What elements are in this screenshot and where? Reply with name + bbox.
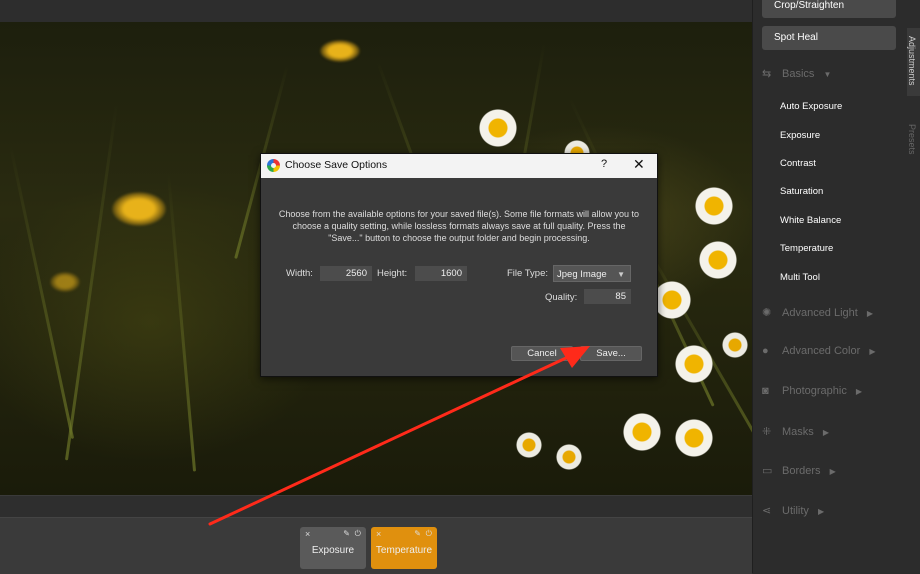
section-basics[interactable]: ⇆ Basics ▼ [762,67,831,80]
daisy-flower [478,108,518,148]
chevron-right-icon: ▶ [869,347,876,356]
daisy-flower [622,412,662,452]
tab-adjustments-label[interactable]: Adjustments [907,36,917,86]
filmstrip-divider [0,495,752,518]
spot-heal-button[interactable]: Spot Heal [762,26,896,50]
chevron-right-icon: ▶ [855,387,863,396]
file-type-value: Jpeg Image [557,269,607,280]
section-label: Photographic [782,385,847,397]
chevron-right-icon: ▶ [829,467,836,476]
section-label: Advanced Light [782,307,858,319]
daisy-flower [694,186,734,226]
camera-icon: ◙ [762,385,769,397]
section-advanced-color[interactable]: ● Advanced Color ▶ [762,345,876,357]
chip-power-icon[interactable]: ⏻ [426,529,432,539]
save-button[interactable]: Save... [580,346,642,361]
section-advanced-light[interactable]: ✺ Advanced Light ▶ [762,306,873,319]
quality-label: Quality: [545,292,578,303]
chip-power-icon[interactable]: ⏻ [355,529,361,539]
top-bar [0,0,752,22]
file-type-select[interactable]: Jpeg Image ▼ [553,265,631,282]
chip-pin-icon[interactable]: ✎ [414,529,421,538]
grass-decoration [8,144,75,440]
help-button[interactable]: ? [601,158,607,170]
basics-item-contrast[interactable]: Contrast [780,158,816,169]
basics-item-saturation[interactable]: Saturation [780,186,823,197]
basics-item-temperature[interactable]: Temperature [780,243,833,254]
chevron-right-icon: ▶ [866,309,874,318]
chip-exposure[interactable]: × ✎ ⏻ Exposure [300,527,366,569]
daisy-flower [698,240,738,280]
section-label: Basics [782,68,815,80]
section-masks[interactable]: ⁜ Masks ▶ [762,425,829,438]
file-type-label: File Type: [507,268,549,279]
section-borders[interactable]: ▭ Borders ▶ [762,464,836,477]
chevron-down-icon: ▼ [823,70,832,79]
chevron-right-icon: ▶ [822,428,829,437]
section-label: Advanced Color [782,345,861,357]
width-label: Width: [286,268,313,279]
daisy-flower [674,418,714,458]
chip-close-icon[interactable]: × [305,529,310,539]
yellow-flower [50,272,80,292]
daisy-flower [556,444,582,470]
app-logo-icon [267,159,280,172]
daisy-flower [652,280,692,320]
border-icon: ▭ [762,465,773,477]
chip-label: Temperature [375,545,433,556]
basics-item-white-balance[interactable]: White Balance [780,215,841,226]
crop-straighten-button[interactable]: Crop/Straighten [762,0,896,18]
grass-decoration [166,172,197,472]
dialog-titlebar[interactable]: Choose Save Options ? ✕ [261,154,657,178]
palette-icon: ● [762,345,769,357]
basics-item-multi-tool[interactable]: Multi Tool [780,272,820,283]
chip-close-icon[interactable]: × [376,529,381,539]
basics-item-exposure[interactable]: Exposure [780,130,820,141]
width-input[interactable]: 2560 [320,266,372,281]
sliders-icon: ⇆ [762,68,772,80]
basics-item-auto-exposure[interactable]: Auto Exposure [780,101,842,112]
close-button[interactable]: ✕ [633,156,645,173]
section-label: Masks [782,426,814,438]
height-input[interactable]: 1600 [415,266,467,281]
yellow-flower [112,192,166,226]
section-label: Borders [782,465,821,477]
chip-pin-icon[interactable]: ✎ [343,529,350,538]
section-label: Utility [782,505,809,517]
chip-label: Exposure [311,545,355,556]
daisy-flower [516,432,542,458]
daisy-flower [674,344,714,384]
chip-temperature[interactable]: × ✎ ⏻ Temperature [371,527,437,569]
section-utility[interactable]: ⋖ Utility ▶ [762,504,824,517]
dialog-title: Choose Save Options [285,159,388,171]
dropdown-arrow-icon: ▼ [617,270,625,279]
adjustments-panel [752,0,920,573]
cancel-button[interactable]: Cancel [511,346,573,361]
dialog-description: Choose from the available options for yo… [278,209,640,243]
section-photographic[interactable]: ◙ Photographic ▶ [762,385,862,397]
share-icon: ⋖ [762,505,772,517]
sun-icon: ✺ [762,307,772,319]
tab-presets-label[interactable]: Presets [907,124,917,155]
daisy-flower [722,332,748,358]
mask-icon: ⁜ [762,426,772,438]
height-label: Height: [377,268,408,279]
save-options-dialog: Choose Save Options ? ✕ Choose from the … [260,153,658,377]
quality-input[interactable]: 85 [584,289,631,304]
chevron-right-icon: ▶ [817,507,825,516]
yellow-flower [320,40,360,62]
